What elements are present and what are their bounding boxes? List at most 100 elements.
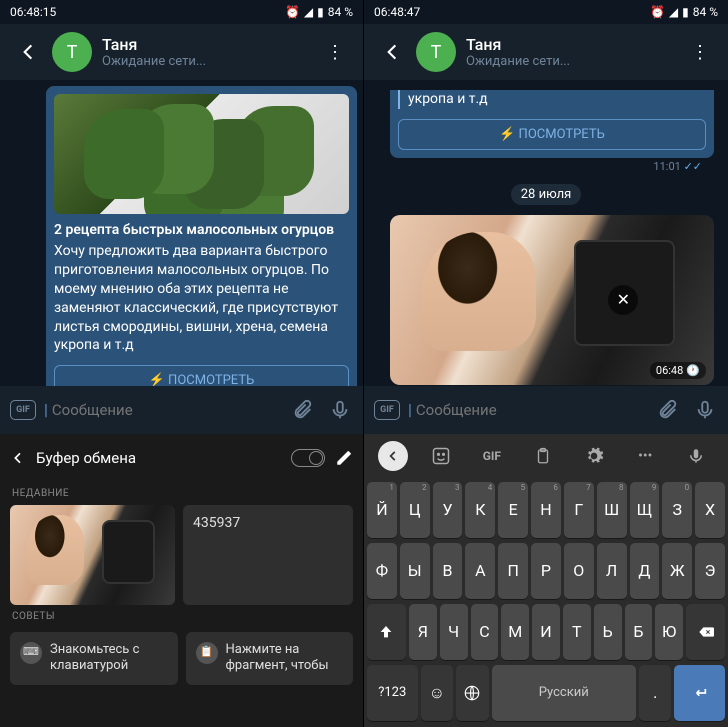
keyboard-tip-icon: ⌨ [20, 642, 42, 664]
key-alt-label: 1 [389, 483, 394, 492]
key-К[interactable]: К4 [465, 482, 495, 538]
key-Ц[interactable]: Ц2 [400, 482, 430, 538]
kb-row-2: ФЫВАПРОЛДЖЭ [367, 543, 725, 599]
clipboard-icon[interactable] [525, 438, 561, 474]
view-article-button[interactable]: ⚡ ПОСМОТРЕТЬ [398, 119, 706, 150]
battery-percent: 84 % [693, 5, 718, 19]
clipboard-text-item[interactable]: 435937 [183, 505, 353, 605]
key-Ж[interactable]: Ж [662, 543, 692, 599]
key-З[interactable]: З0 [662, 482, 692, 538]
voice-button[interactable] [323, 393, 357, 427]
more-icon[interactable]: ••• [627, 438, 663, 474]
key-Ю[interactable]: Ю [655, 604, 683, 660]
battery-icon: ▮ [317, 5, 324, 19]
key-Л[interactable]: Л [597, 543, 627, 599]
message-article-partial[interactable]: укропа и т.д ⚡ ПОСМОТРЕТЬ [390, 90, 714, 158]
key-Х[interactable]: Х [695, 482, 725, 538]
tips-label: СОВЕТЫ [0, 605, 363, 628]
key-alt-label: 0 [685, 483, 690, 492]
space-key[interactable]: Русский [492, 665, 636, 721]
key-О[interactable]: О [564, 543, 594, 599]
clipboard-tip-icon: 📋 [196, 642, 218, 664]
kb-row-3: ЯЧСМИТЬБЮ [367, 604, 725, 660]
symbols-key[interactable]: ?123 [367, 665, 418, 721]
menu-button[interactable]: ⋮ [680, 32, 720, 72]
key-Ч[interactable]: Ч [440, 604, 468, 660]
back-button[interactable] [372, 32, 412, 72]
contact-avatar[interactable]: Т [52, 32, 92, 72]
contact-info[interactable]: Таня Ожидание сети... [466, 35, 680, 69]
virtual-keyboard: GIF ••• Й1Ц2У3К4Е5Н6Г7Ш8Щ9З0Х ФЫВАПРОЛДЖ… [364, 434, 728, 727]
key-Ы[interactable]: Ы [400, 543, 430, 599]
clipboard-image-item[interactable] [10, 505, 175, 605]
key-Э[interactable]: Э [695, 543, 725, 599]
message-input[interactable] [416, 401, 646, 419]
key-Й[interactable]: Й1 [367, 482, 397, 538]
key-П[interactable]: П [498, 543, 528, 599]
chevron-left-icon[interactable] [10, 450, 26, 466]
key-Н[interactable]: Н6 [531, 482, 561, 538]
language-key[interactable] [456, 665, 489, 721]
chat-header: Т Таня Ожидание сети... ⋮ [0, 24, 363, 80]
key-alt-label: 8 [619, 483, 624, 492]
key-alt-label: 2 [422, 483, 427, 492]
key-Д[interactable]: Д [630, 543, 660, 599]
menu-button[interactable]: ⋮ [315, 32, 355, 72]
key-alt-label: 7 [586, 483, 591, 492]
gif-button[interactable]: GIF [6, 393, 40, 427]
emoji-key[interactable]: ☺ [421, 665, 454, 721]
key-Е[interactable]: Е5 [498, 482, 528, 538]
kb-collapse-button[interactable] [378, 441, 408, 471]
key-Г[interactable]: Г7 [564, 482, 594, 538]
back-button[interactable] [8, 32, 48, 72]
chat-messages[interactable]: 2 рецепта быстрых малосольных огурцов Хо… [0, 80, 363, 386]
backspace-key[interactable] [686, 604, 725, 660]
key-С[interactable]: С [471, 604, 499, 660]
clipboard-panel: Буфер обмена НЕДАВНИЕ 435937 СОВЕТЫ ⌨ Зн… [0, 434, 363, 727]
key-Ш[interactable]: Ш8 [597, 482, 627, 538]
message-input[interactable] [52, 401, 281, 419]
cancel-upload-button[interactable]: ✕ [608, 285, 638, 315]
key-Ф[interactable]: Ф [367, 543, 397, 599]
photo-woman-with-tablet [390, 215, 714, 385]
key-А[interactable]: А [465, 543, 495, 599]
key-Р[interactable]: Р [531, 543, 561, 599]
article-image-cucumbers [54, 94, 349, 214]
gif-icon[interactable]: GIF [474, 438, 510, 474]
clipboard-header: Буфер обмена [0, 434, 363, 482]
signal-icon: ◢ [304, 5, 313, 19]
key-М[interactable]: М [501, 604, 529, 660]
key-alt-label: 9 [652, 483, 657, 492]
period-key[interactable]: . [639, 665, 672, 721]
sticker-icon[interactable] [423, 438, 459, 474]
message-input-bar: GIF | [364, 386, 728, 434]
shift-key[interactable] [367, 604, 406, 660]
settings-icon[interactable] [576, 438, 612, 474]
clipboard-recent-items: 435937 [0, 505, 363, 605]
key-Щ[interactable]: Щ9 [630, 482, 660, 538]
chat-messages[interactable]: укропа и т.д ⚡ ПОСМОТРЕТЬ 11:01 ✓✓ 28 ию… [364, 80, 728, 386]
contact-info[interactable]: Таня Ожидание сети... [102, 35, 315, 69]
tip-card-1[interactable]: ⌨ Знакомьтесь с клавиатурой [10, 632, 178, 686]
key-Я[interactable]: Я [409, 604, 437, 660]
attach-button[interactable] [650, 393, 684, 427]
clipboard-toggle[interactable] [291, 449, 325, 467]
key-В[interactable]: В [433, 543, 463, 599]
mic-icon[interactable] [678, 438, 714, 474]
key-Т[interactable]: Т [563, 604, 591, 660]
key-И[interactable]: И [532, 604, 560, 660]
tip-card-2[interactable]: 📋 Нажмите на фрагмент, чтобы [186, 632, 354, 686]
photo-message[interactable]: ✕ 06:48 🕐 [390, 215, 714, 385]
message-article-card[interactable]: 2 рецепта быстрых малосольных огурцов Хо… [46, 86, 357, 386]
enter-key[interactable] [674, 665, 725, 721]
attach-button[interactable] [285, 393, 319, 427]
gif-button[interactable]: GIF [370, 393, 404, 427]
key-У[interactable]: У3 [433, 482, 463, 538]
view-article-button[interactable]: ⚡ ПОСМОТРЕТЬ [54, 365, 349, 385]
message-timestamp: 11:01 ✓✓ [370, 158, 710, 173]
edit-icon[interactable] [335, 449, 353, 467]
key-Б[interactable]: Б [625, 604, 653, 660]
contact-avatar[interactable]: Т [416, 32, 456, 72]
key-Ь[interactable]: Ь [594, 604, 622, 660]
voice-button[interactable] [688, 393, 722, 427]
